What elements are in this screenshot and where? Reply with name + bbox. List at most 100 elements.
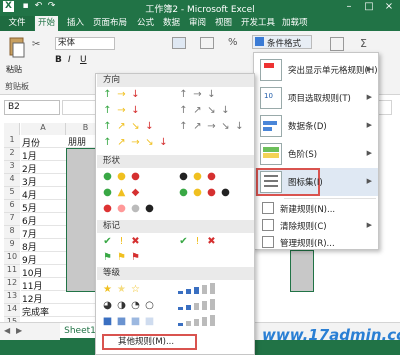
cell-a[interactable]: 8月 [22, 240, 37, 253]
row-header[interactable]: 14 [4, 304, 20, 317]
box-icon[interactable]: ■ [130, 316, 141, 327]
cell-a[interactable]: 3月 [22, 175, 37, 188]
arrow-icon[interactable]: ↑ [102, 89, 113, 100]
arrow-icon[interactable]: ↑ [178, 105, 189, 116]
arrow-icon[interactable]: ↑ [102, 105, 113, 116]
arrow-icon[interactable]: ↓ [130, 89, 141, 100]
maximize-icon[interactable]: □ [360, 0, 378, 15]
cf-highlight-rules[interactable]: 突出显示单元格规则(H) ▶ [254, 56, 378, 84]
arrow-icon[interactable]: ↘ [130, 121, 141, 132]
box-icon[interactable]: ■ [144, 316, 155, 327]
signal-bar-icon[interactable] [178, 323, 183, 326]
signal-bar-icon[interactable] [178, 291, 183, 294]
arrow-icon[interactable]: → [192, 89, 203, 100]
cf-color-scales[interactable]: 色阶(S) ▶ [254, 140, 378, 168]
indicator-icon[interactable]: ⚑ [130, 252, 141, 263]
arrow-icon[interactable]: ↓ [130, 105, 141, 116]
row-header[interactable]: 1 [4, 135, 20, 148]
tab-review[interactable]: 审阅 [186, 16, 209, 31]
quarter-icon[interactable]: ○ [144, 300, 155, 311]
indicator-icon[interactable]: ✔ [178, 236, 189, 247]
arrow-icon[interactable]: ↓ [206, 89, 217, 100]
shape-icon[interactable]: ● [178, 171, 189, 182]
col-header-a[interactable]: A [21, 123, 66, 135]
row-header[interactable]: 3 [4, 161, 20, 174]
signal-bar-icon[interactable] [210, 315, 215, 326]
arrow-icon[interactable]: ↘ [206, 105, 217, 116]
indicator-icon[interactable]: ⚑ [116, 252, 127, 263]
shape-icon[interactable]: ● [130, 171, 141, 182]
tab-data[interactable]: 数据 [160, 16, 183, 31]
sheet-tab[interactable]: Sheet1 [60, 323, 100, 340]
shape-icon[interactable]: ● [206, 171, 217, 182]
indicator-icon[interactable]: ⚑ [102, 252, 113, 263]
tab-insert[interactable]: 插入 [64, 16, 87, 31]
shape-icon[interactable]: ● [178, 187, 189, 198]
tab-formulas[interactable]: 公式 [134, 16, 157, 31]
row-header[interactable]: 7 [4, 213, 20, 226]
cf-icon-sets[interactable]: 图标集(I) ▶ [254, 168, 378, 196]
arrow-icon[interactable]: ↗ [116, 137, 127, 148]
shape-icon[interactable]: ● [206, 187, 217, 198]
cell-b1[interactable]: 朋朋 [66, 135, 96, 148]
cut-icon[interactable]: ✂ [32, 39, 40, 50]
signal-bar-icon[interactable] [202, 285, 207, 294]
row-header[interactable]: 5 [4, 187, 20, 200]
shape-icon[interactable]: ● [192, 187, 203, 198]
shape-icon[interactable]: ▲ [116, 187, 127, 198]
arrow-icon[interactable]: → [206, 121, 217, 132]
arrow-icon[interactable]: ↑ [178, 89, 189, 100]
star-icon[interactable]: ☆ [130, 284, 141, 295]
indicator-icon[interactable]: ! [192, 236, 203, 247]
shape-icon[interactable]: ● [220, 187, 231, 198]
selected-range[interactable] [66, 148, 96, 292]
cf-clear-rules[interactable]: 清除规则(C) ▶ [254, 217, 378, 233]
sheet-prev-icon[interactable]: ◀ [4, 326, 10, 335]
arrow-icon[interactable]: → [116, 89, 127, 100]
tab-page-layout[interactable]: 页面布局 [90, 16, 130, 31]
arrow-icon[interactable]: → [130, 137, 141, 148]
shape-icon[interactable]: ● [130, 203, 141, 214]
indicator-icon[interactable]: ✖ [130, 236, 141, 247]
tab-home[interactable]: 开始 [35, 16, 59, 31]
signal-bar-icon[interactable] [210, 283, 215, 294]
box-icon[interactable]: ■ [102, 316, 113, 327]
star-icon[interactable]: ★ [102, 284, 113, 295]
arrow-icon[interactable]: ↑ [102, 137, 113, 148]
arrow-icon[interactable]: ↓ [158, 137, 169, 148]
arrow-icon[interactable]: ↑ [102, 121, 113, 132]
arrow-icon[interactable]: ↓ [144, 121, 155, 132]
shape-icon[interactable]: ● [102, 187, 113, 198]
arrow-icon[interactable]: ↑ [178, 121, 189, 132]
cell-a[interactable]: 月份 [22, 136, 40, 149]
row-header[interactable]: 4 [4, 174, 20, 187]
signal-bar-icon[interactable] [202, 317, 207, 326]
tab-developer[interactable]: 开发工具 [238, 16, 278, 31]
indicator-icon[interactable]: ! [116, 236, 127, 247]
star-icon[interactable]: ★ [116, 284, 127, 295]
indicator-icon[interactable]: ✖ [206, 236, 217, 247]
cell-a[interactable]: 5月 [22, 201, 37, 214]
arrow-icon[interactable]: ↓ [234, 121, 245, 132]
cell-a[interactable]: 6月 [22, 214, 37, 227]
cell-a[interactable]: 9月 [22, 253, 37, 266]
arrow-icon[interactable]: ↘ [144, 137, 155, 148]
tab-view[interactable]: 视图 [212, 16, 235, 31]
arrow-icon[interactable]: ↗ [192, 105, 203, 116]
cell-a[interactable]: 2月 [22, 162, 37, 175]
row-header[interactable]: 8 [4, 226, 20, 239]
signal-bar-icon[interactable] [194, 303, 199, 310]
quarter-icon[interactable]: ◑ [116, 300, 127, 311]
row-header[interactable]: 11 [4, 265, 20, 278]
italic-icon[interactable]: I [68, 55, 71, 65]
conditional-format-button[interactable]: 条件格式 [252, 35, 312, 49]
bold-icon[interactable]: B [55, 55, 62, 65]
cf-manage-rules[interactable]: 管理规则(R)... [254, 234, 378, 250]
shape-icon[interactable]: ◆ [130, 187, 141, 198]
cf-top-bottom-rules[interactable]: 10 项目选取规则(T) ▶ [254, 84, 378, 112]
percent-icon[interactable]: % [228, 37, 238, 48]
minimize-icon[interactable]: – [340, 0, 358, 15]
signal-bar-icon[interactable] [186, 289, 191, 294]
signal-bar-icon[interactable] [210, 299, 215, 310]
quarter-icon[interactable]: ◔ [130, 300, 141, 311]
